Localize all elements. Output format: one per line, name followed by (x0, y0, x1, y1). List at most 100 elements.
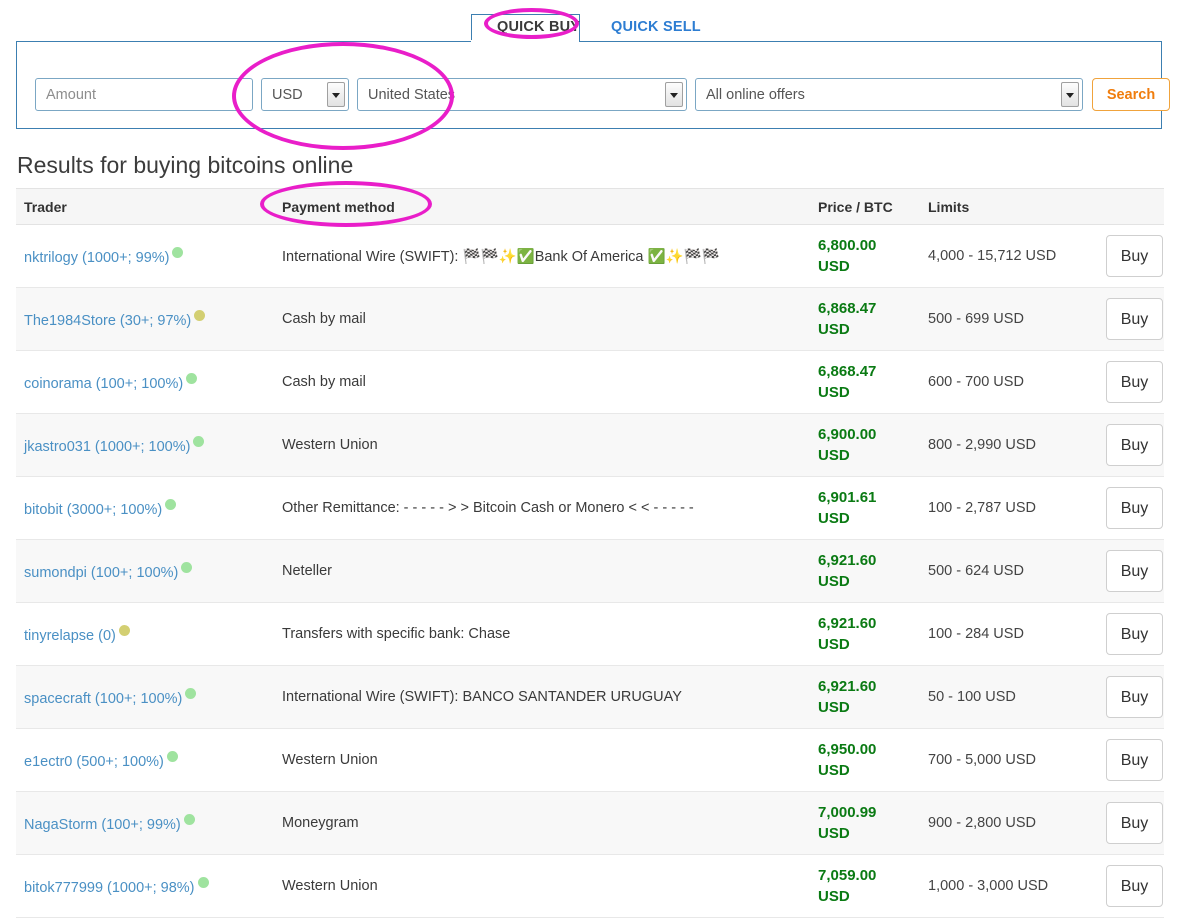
cell-payment-method: Western Union (274, 728, 810, 792)
buy-button[interactable]: Buy (1106, 613, 1163, 655)
column-header-payment-method[interactable]: Payment method (274, 188, 810, 225)
trader-link[interactable]: coinorama (100+; 100%) (24, 376, 183, 392)
buy-button[interactable]: Buy (1106, 865, 1163, 907)
buy-button[interactable]: Buy (1106, 487, 1163, 529)
buy-button[interactable]: Buy (1106, 424, 1163, 466)
buy-button[interactable]: Buy (1106, 550, 1163, 592)
page-title: Results for buying bitcoins online (17, 152, 354, 178)
limits-text: 800 - 2,990 USD (928, 437, 1037, 453)
table-row: spacecraft (100+; 100%) International Wir… (16, 665, 1164, 729)
tab-notch (471, 40, 579, 43)
buy-button[interactable]: Buy (1106, 361, 1163, 403)
table-row: e1ectr0 (500+; 100%) Western Union 6,950.0… (16, 728, 1164, 792)
price-currency: USD (818, 888, 850, 905)
price-currency: USD (818, 699, 850, 716)
column-header-limits[interactable]: Limits (920, 188, 1092, 225)
cell-trader: sumondpi (100+; 100%) (16, 539, 274, 603)
offer-type-select-value: All online offers (706, 86, 805, 103)
cell-action: Buy (1092, 791, 1164, 855)
payment-method-text: Other Remittance: - - - - - > > Bitcoin … (282, 500, 694, 516)
table-row: bitok777999 (1000+; 98%) Western Union 7,0… (16, 854, 1164, 918)
trader-link[interactable]: jkastro031 (1000+; 100%) (24, 439, 190, 455)
search-form-container: USD United States All online offers Sear… (16, 41, 1170, 129)
price-currency: USD (818, 384, 850, 401)
cell-limits: 50 - 100 USD (920, 665, 1092, 729)
buy-button[interactable]: Buy (1106, 739, 1163, 781)
cell-trader: bitok777999 (1000+; 98%) (16, 854, 274, 918)
buy-button[interactable]: Buy (1106, 802, 1163, 844)
cell-trader: jkastro031 (1000+; 100%) (16, 413, 274, 477)
buy-button[interactable]: Buy (1106, 298, 1163, 340)
payment-method-text: Cash by mail (282, 311, 366, 327)
price-currency: USD (818, 573, 850, 590)
limits-text: 500 - 699 USD (928, 311, 1024, 327)
buy-button[interactable]: Buy (1106, 235, 1163, 277)
currency-select[interactable]: USD (261, 78, 349, 111)
cell-price: 6,868.47 USD (810, 350, 920, 414)
price-value: 6,901.61 (818, 489, 877, 506)
currency-select-value: USD (272, 86, 303, 103)
cell-payment-method: Neteller (274, 539, 810, 603)
price-currency: USD (818, 636, 850, 653)
table-row: NagaStorm (100+; 99%) Moneygram 7,000.99 US… (16, 791, 1164, 855)
table-row: jkastro031 (1000+; 100%) Western Union 6,9… (16, 413, 1164, 477)
reputation-dot-icon (165, 498, 177, 510)
price-value: 6,900.00 (818, 426, 877, 443)
cell-limits: 500 - 699 USD (920, 287, 1092, 351)
table-row: sumondpi (100+; 100%) Neteller 6,921.60 USD… (16, 539, 1164, 603)
chevron-down-icon[interactable] (665, 82, 683, 107)
payment-method-text: Western Union (282, 752, 378, 768)
search-button[interactable]: Search (1092, 78, 1170, 111)
search-form: USD United States All online offers Sear… (35, 78, 1170, 111)
cell-payment-method: Cash by mail (274, 287, 810, 351)
amount-input[interactable] (35, 78, 253, 111)
chevron-down-icon[interactable] (1061, 82, 1079, 107)
cell-payment-method: Other Remittance: - - - - - > > Bitcoin … (274, 476, 810, 540)
cell-price: 6,950.00 USD (810, 728, 920, 792)
payment-method-text: Transfers with specific bank: Chase (282, 626, 511, 642)
offer-type-select[interactable]: All online offers (695, 78, 1083, 111)
cell-payment-method: International Wire (SWIFT): 🏁🏁✨✅Bank Of … (274, 224, 810, 288)
cell-action: Buy (1092, 602, 1164, 666)
cell-payment-method: Western Union (274, 413, 810, 477)
trader-link[interactable]: The1984Store (30+; 97%) (24, 313, 191, 329)
column-header-price[interactable]: Price / BTC (810, 188, 920, 225)
offers-table: Trader Payment method Price / BTC Limits… (16, 188, 1164, 918)
trader-link[interactable]: bitok777999 (1000+; 98%) (24, 880, 195, 896)
trader-link[interactable]: e1ectr0 (500+; 100%) (24, 754, 164, 770)
cell-action: Buy (1092, 287, 1164, 351)
reputation-dot-icon (166, 750, 178, 762)
price-value: 6,950.00 (818, 741, 877, 758)
trader-link[interactable]: NagaStorm (100+; 99%) (24, 817, 181, 833)
trader-link[interactable]: bitobit (3000+; 100%) (24, 502, 162, 518)
cell-limits: 900 - 2,800 USD (920, 791, 1092, 855)
chevron-down-icon[interactable] (327, 82, 345, 107)
payment-method-text: Cash by mail (282, 374, 366, 390)
payment-method-text: International Wire (SWIFT): BANCO SANTAN… (282, 689, 682, 705)
country-select[interactable]: United States (357, 78, 687, 111)
cell-action: Buy (1092, 476, 1164, 540)
cell-action: Buy (1092, 728, 1164, 792)
cell-trader: e1ectr0 (500+; 100%) (16, 728, 274, 792)
reputation-dot-icon (194, 309, 206, 321)
trader-link[interactable]: sumondpi (100+; 100%) (24, 565, 178, 581)
cell-price: 7,000.99 USD (810, 791, 920, 855)
cell-action: Buy (1092, 539, 1164, 603)
price-value: 7,059.00 (818, 867, 877, 884)
cell-trader: NagaStorm (100+; 99%) (16, 791, 274, 855)
cell-trader: spacecraft (100+; 100%) (16, 665, 274, 729)
payment-method-text: Neteller (282, 563, 332, 579)
cell-payment-method: International Wire (SWIFT): BANCO SANTAN… (274, 665, 810, 729)
trader-link[interactable]: nktrilogy (1000+; 99%) (24, 250, 169, 266)
buy-button[interactable]: Buy (1106, 676, 1163, 718)
trader-link[interactable]: spacecraft (100+; 100%) (24, 691, 182, 707)
limits-text: 1,000 - 3,000 USD (928, 878, 1049, 894)
price-value: 6,800.00 (818, 237, 877, 254)
limits-text: 600 - 700 USD (928, 374, 1024, 390)
cell-action: Buy (1092, 413, 1164, 477)
column-header-trader[interactable]: Trader (16, 188, 274, 225)
trader-link[interactable]: tinyrelapse (0) (24, 628, 116, 644)
price-value: 6,921.60 (818, 552, 877, 569)
table-row: The1984Store (30+; 97%) Cash by mail 6,868… (16, 287, 1164, 351)
cell-action: Buy (1092, 665, 1164, 729)
